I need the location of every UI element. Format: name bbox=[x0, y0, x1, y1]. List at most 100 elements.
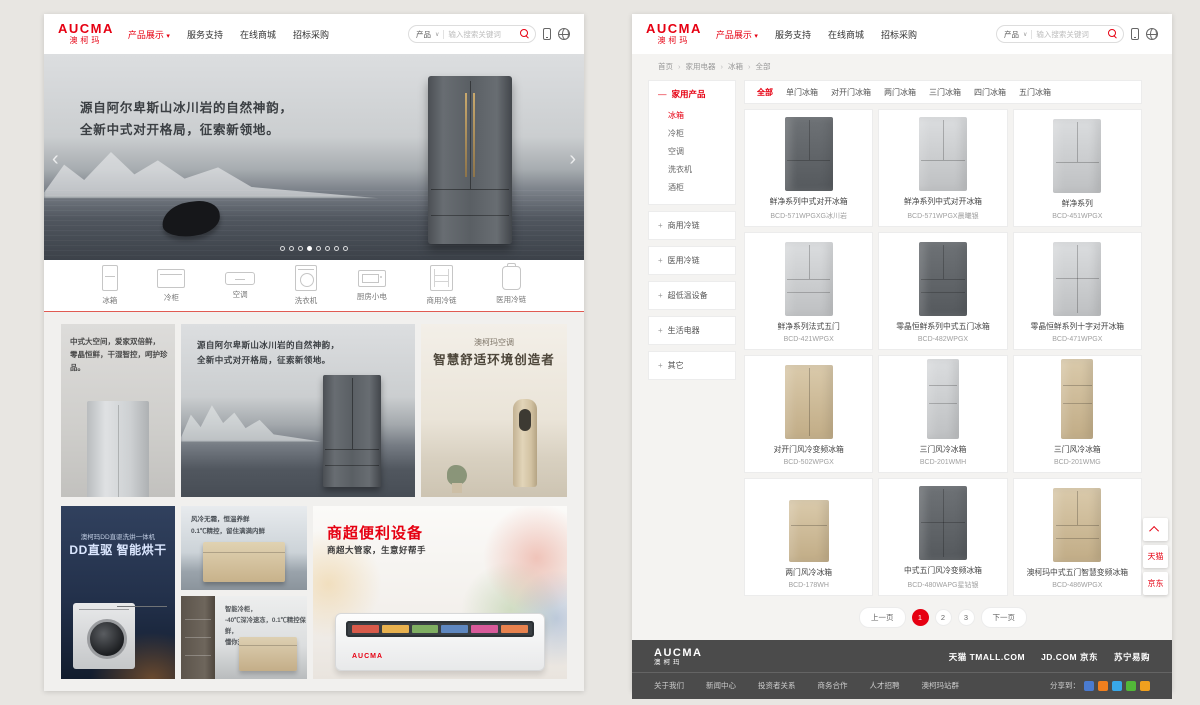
nav-bidding[interactable]: 招标采购 bbox=[881, 28, 917, 41]
filter-single-door[interactable]: 单门冰箱 bbox=[786, 87, 818, 98]
carousel-dot[interactable] bbox=[343, 246, 348, 251]
share-renren-icon[interactable] bbox=[1140, 681, 1150, 691]
category-item-freezer[interactable]: 冷柜 bbox=[157, 269, 185, 303]
promo-tile-smart-freezer[interactable]: 智能冷柜， -40℃深冷速冻，0.1℃精控保鲜， 懂你对高品质生活的追求。 bbox=[181, 596, 307, 680]
breadcrumb-appliances[interactable]: 家用电器 bbox=[686, 61, 716, 72]
carousel-dot[interactable] bbox=[289, 246, 294, 251]
share-qq-icon[interactable] bbox=[1112, 681, 1122, 691]
product-card[interactable]: 零晶恒鲜系列十字对开冰箱 BCD-471WPGX bbox=[1013, 232, 1142, 350]
carousel-dot[interactable] bbox=[325, 246, 330, 251]
jd-store-link[interactable]: JD.COM 京东 bbox=[1041, 651, 1098, 663]
category-item-washer[interactable]: 洗衣机 bbox=[295, 265, 318, 306]
search-icon[interactable] bbox=[520, 29, 530, 39]
back-to-top-button[interactable] bbox=[1143, 518, 1168, 541]
search-input[interactable]: 产品 ∨ 输入搜索关键词 bbox=[408, 25, 536, 43]
nav-products[interactable]: 产品展示 ▾ bbox=[716, 28, 758, 41]
share-weibo-icon[interactable] bbox=[1084, 681, 1094, 691]
carousel-dot[interactable] bbox=[298, 246, 303, 251]
nav-mall[interactable]: 在线商城 bbox=[828, 28, 864, 41]
search-category-select[interactable]: 产品 bbox=[416, 29, 431, 40]
filter-four-door[interactable]: 四门冰箱 bbox=[974, 87, 1006, 98]
suning-store-link[interactable]: 苏宁易购 bbox=[1114, 651, 1150, 663]
float-jd-link[interactable]: 京东 bbox=[1143, 572, 1168, 595]
breadcrumb-all[interactable]: 全部 bbox=[756, 61, 771, 72]
mobile-icon[interactable] bbox=[1131, 28, 1139, 40]
mobile-icon[interactable] bbox=[543, 28, 551, 40]
category-item-medical[interactable]: 医用冷链 bbox=[496, 266, 526, 305]
filter-side-by-side[interactable]: 对开门冰箱 bbox=[831, 87, 871, 98]
product-card[interactable]: 鲜净系列法式五门 BCD-421WPGX bbox=[744, 232, 873, 350]
footer-logo[interactable]: AUCMA 澳柯玛 bbox=[654, 647, 702, 666]
filter-all[interactable]: 全部 bbox=[757, 87, 773, 98]
breadcrumb-home[interactable]: 首页 bbox=[658, 61, 673, 72]
promo-tile-freezer[interactable]: 风冷无霜，恒温养鲜 0.1℃精控，留住满满内鲜 bbox=[181, 506, 307, 590]
filter-three-door[interactable]: 三门冰箱 bbox=[929, 87, 961, 98]
aucma-logo[interactable]: AUCMA 澳柯玛 bbox=[646, 22, 702, 45]
search-category-select[interactable]: 产品 bbox=[1004, 29, 1019, 40]
product-card[interactable]: 三门风冷冰箱 BCD-201WMG bbox=[1013, 355, 1142, 473]
sidebar-group-other[interactable]: +其它 bbox=[648, 351, 736, 380]
product-card[interactable]: 对开门风冷变频冰箱 BCD-502WPGX bbox=[744, 355, 873, 473]
category-item-commercial[interactable]: 商用冷链 bbox=[427, 265, 457, 306]
sidebar-item-fridge[interactable]: 冰箱 bbox=[658, 106, 726, 124]
filter-two-door[interactable]: 两门冰箱 bbox=[884, 87, 916, 98]
sidebar-item-freezer[interactable]: 冷柜 bbox=[658, 124, 726, 142]
sidebar-item-washer[interactable]: 洗衣机 bbox=[658, 160, 726, 178]
footer-link-business[interactable]: 商务合作 bbox=[818, 680, 848, 691]
nav-support[interactable]: 服务支持 bbox=[775, 28, 811, 41]
promo-tile-aircon[interactable]: 澳柯玛空调 智慧舒适环境创造者 bbox=[421, 324, 567, 497]
sidebar-family-header[interactable]: —家用产品 bbox=[658, 88, 726, 100]
product-card[interactable]: 三门风冷冰箱 BCD-201WMH bbox=[878, 355, 1007, 473]
promo-tile-washer[interactable]: 澳柯玛DD直驱洗烘一体机 DD直驱 智能烘干 bbox=[61, 506, 175, 679]
hero-carousel[interactable]: 源自阿尔卑斯山冰川岩的自然神韵， 全新中式对开格局，征索新领地。 ‹ › bbox=[44, 54, 584, 260]
carousel-dot-active[interactable] bbox=[307, 246, 312, 251]
promo-tile-fridge-small[interactable]: 中式大空间，爱家双倍鲜， 零晶恒鲜，干湿智控，呵护珍品。 bbox=[61, 324, 175, 497]
sidebar-group-commercial[interactable]: +商用冷链 bbox=[648, 211, 736, 240]
filter-five-door[interactable]: 五门冰箱 bbox=[1019, 87, 1051, 98]
category-item-fridge[interactable]: 冰箱 bbox=[102, 265, 118, 306]
page-3-button[interactable]: 3 bbox=[958, 609, 975, 626]
product-card[interactable]: 鲜净系列 BCD-451WPGX bbox=[1013, 109, 1142, 227]
search-input[interactable]: 产品 ∨ 输入搜索关键词 bbox=[996, 25, 1124, 43]
tmall-store-link[interactable]: 天猫 TMALL.COM bbox=[949, 651, 1025, 663]
nav-support[interactable]: 服务支持 bbox=[187, 28, 223, 41]
nav-bidding[interactable]: 招标采购 bbox=[293, 28, 329, 41]
product-card[interactable]: 鲜净系列中式对开冰箱 BCD-571WPGX晨曦银 bbox=[878, 109, 1007, 227]
nav-products[interactable]: 产品展示 ▾ bbox=[128, 28, 170, 41]
page-2-button[interactable]: 2 bbox=[935, 609, 952, 626]
globe-icon[interactable] bbox=[558, 28, 570, 40]
sidebar-group-medical[interactable]: +医用冷链 bbox=[648, 246, 736, 275]
aucma-logo[interactable]: AUCMA 澳柯玛 bbox=[58, 22, 114, 45]
footer-link-news[interactable]: 新闻中心 bbox=[706, 680, 736, 691]
sidebar-item-aircon[interactable]: 空调 bbox=[658, 142, 726, 160]
promo-tile-fridge-wide[interactable]: 源自阿尔卑斯山冰川岩的自然神韵， 全新中式对开格局，征索新领地。 bbox=[181, 324, 415, 497]
product-card[interactable]: 中式五门风冷变频冰箱 BCD-480WAPG星钻银 bbox=[878, 478, 1007, 596]
carousel-next-button[interactable]: › bbox=[569, 149, 576, 169]
sidebar-item-wine[interactable]: 酒柜 bbox=[658, 178, 726, 196]
product-card[interactable]: 两门风冷冰箱 BCD-178WH bbox=[744, 478, 873, 596]
nav-mall[interactable]: 在线商城 bbox=[240, 28, 276, 41]
promo-tile-supermarket[interactable]: 商超便利设备 商超大管家，生意好帮手 AUCMA bbox=[313, 506, 567, 679]
carousel-dot[interactable] bbox=[316, 246, 321, 251]
share-wechat-icon[interactable] bbox=[1126, 681, 1136, 691]
footer-link-investor[interactable]: 投资者关系 bbox=[758, 680, 796, 691]
sidebar-group-ultralow[interactable]: +超低温设备 bbox=[648, 281, 736, 310]
category-item-kitchen[interactable]: 厨房小电 bbox=[357, 270, 387, 302]
product-card[interactable]: 鲜净系列中式对开冰箱 BCD-571WPGXG冰川岩 bbox=[744, 109, 873, 227]
breadcrumb-fridge[interactable]: 冰箱 bbox=[728, 61, 743, 72]
page-1-button[interactable]: 1 bbox=[912, 609, 929, 626]
footer-link-about[interactable]: 关于我们 bbox=[654, 680, 684, 691]
product-card[interactable]: 零晶恒鲜系列中式五门冰箱 BCD-482WPGX bbox=[878, 232, 1007, 350]
carousel-dot[interactable] bbox=[334, 246, 339, 251]
carousel-prev-button[interactable]: ‹ bbox=[52, 149, 59, 169]
product-card[interactable]: 澳柯玛中式五门智慧变频冰箱 BCD-486WPGX bbox=[1013, 478, 1142, 596]
carousel-dot[interactable] bbox=[280, 246, 285, 251]
share-qzone-icon[interactable] bbox=[1098, 681, 1108, 691]
search-icon[interactable] bbox=[1108, 29, 1118, 39]
float-tmall-link[interactable]: 天猫 bbox=[1143, 545, 1168, 568]
next-page-button[interactable]: 下一页 bbox=[981, 607, 1028, 628]
globe-icon[interactable] bbox=[1146, 28, 1158, 40]
footer-link-jobs[interactable]: 人才招聘 bbox=[870, 680, 900, 691]
prev-page-button[interactable]: 上一页 bbox=[859, 607, 906, 628]
category-item-aircon[interactable]: 空调 bbox=[225, 272, 255, 300]
